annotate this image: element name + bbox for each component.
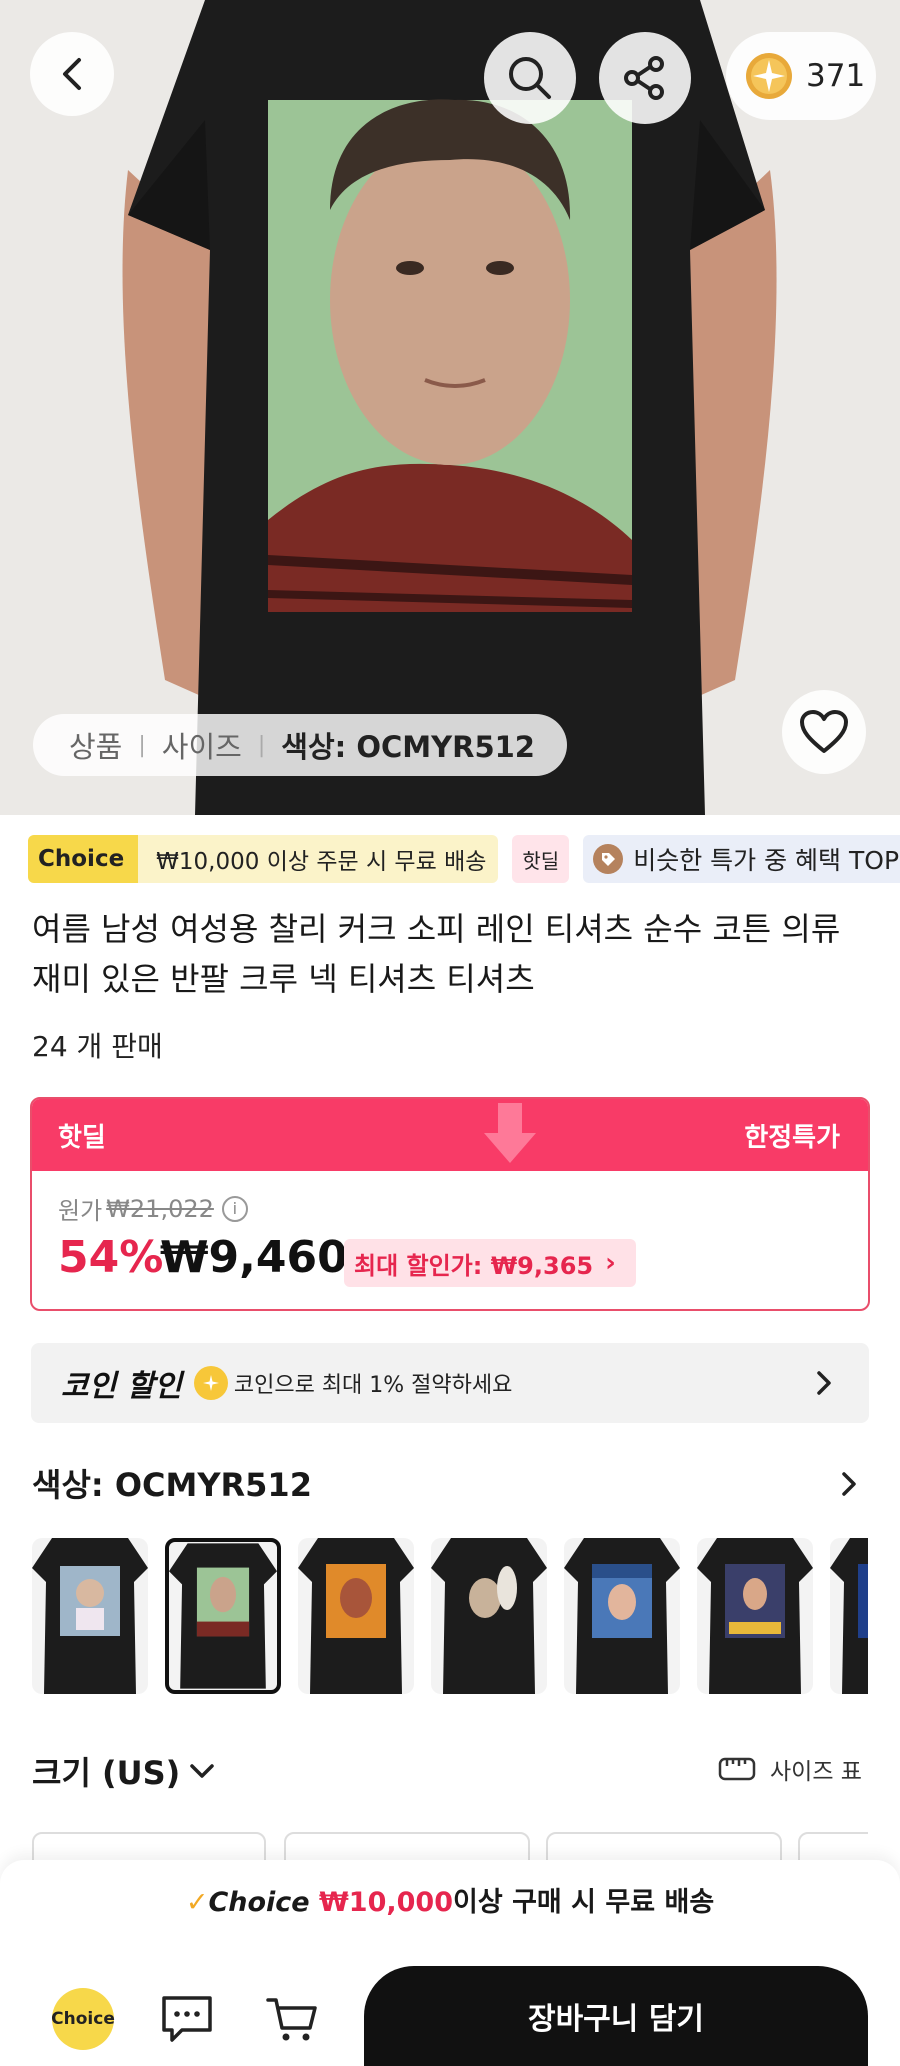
check-icon: ✓ (185, 1887, 209, 1918)
color-swatch[interactable] (298, 1538, 414, 1694)
hotdeal-tag: 핫딜 (512, 835, 570, 883)
size-option[interactable] (284, 1832, 530, 1862)
top-benefit-text: 비슷한 특가 중 혜택 TOP 상 (633, 846, 900, 875)
back-button[interactable] (30, 32, 114, 116)
color-swatch[interactable] (697, 1538, 813, 1694)
tab-color[interactable]: 색상: OCMYR512 (281, 724, 535, 766)
chat-icon[interactable] (160, 1994, 214, 2044)
color-swatch[interactable] (830, 1538, 868, 1694)
search-icon (509, 57, 551, 99)
limited-special-label: 한정특가 (744, 1122, 840, 1153)
choice-tag-text: ₩10,000 이상 주문 시 무료 배송 (138, 835, 499, 883)
down-arrow-icon (484, 1103, 536, 1163)
size-label: 크기 (US) (32, 1754, 181, 1792)
coin-discount-bar[interactable]: 코인 할인 코인으로 최대 1% 절약하세요 (31, 1343, 869, 1423)
coin-discount-label: 코인 할인 (61, 1369, 182, 1404)
promo-choice: Choice (208, 1887, 310, 1918)
coin-count: 371 (806, 58, 866, 94)
add-to-cart-button[interactable]: 장바구니 담기 (364, 1966, 868, 2066)
ruler-icon (718, 1757, 756, 1781)
original-price: 원가 ₩21,022 i (58, 1191, 248, 1226)
coin-icon (193, 1366, 228, 1400)
hotdeal-label: 핫딜 (58, 1122, 106, 1153)
size-section-title[interactable]: 크기 (US) (32, 1748, 216, 1794)
tab-product[interactable]: 상품 (69, 724, 122, 766)
coin-balance[interactable]: 371 (726, 32, 876, 120)
search-button[interactable] (484, 32, 576, 124)
coin-discount-text: 코인으로 최대 1% 절약하세요 (233, 1373, 513, 1398)
chevron-down-icon (190, 1764, 215, 1778)
share-icon (624, 56, 664, 100)
size-options (32, 1832, 868, 1862)
tag-icon (593, 844, 624, 874)
max-discount-button[interactable]: 최대 할인가: ₩9,365 › (344, 1239, 636, 1287)
discount-percent: 54% (58, 1232, 164, 1283)
choice-tag[interactable]: Choice ₩10,000 이상 주문 시 무료 배송 (28, 835, 499, 883)
chevron-right-icon: › (605, 1248, 616, 1278)
sold-count: 24 개 판매 (32, 1030, 163, 1063)
sale-price: ₩9,460 (160, 1232, 348, 1283)
chevron-left-icon (63, 58, 81, 90)
choice-store-button[interactable]: Choice (51, 1988, 115, 2050)
promo-tags: Choice ₩10,000 이상 주문 시 무료 배송 핫딜 비슷한 특가 중… (28, 835, 900, 883)
color-swatch[interactable] (564, 1538, 680, 1694)
tab-size[interactable]: 사이즈 (162, 724, 242, 766)
tab-separator: | (257, 732, 266, 758)
max-discount-text: 최대 할인가: ₩9,365 (354, 1251, 594, 1280)
promo-text: 이상 구매 시 무료 배송 (453, 1887, 715, 1918)
info-icon[interactable]: i (221, 1195, 248, 1222)
original-price-label: 원가 (58, 1197, 103, 1225)
size-option[interactable] (798, 1832, 868, 1862)
coin-icon (746, 53, 792, 99)
product-hero-image[interactable]: 371 상품 | 사이즈 | 색상: OCMYR512 (0, 0, 900, 815)
size-chart-label: 사이즈 표 (770, 1759, 862, 1785)
choice-logo: Choice (51, 2009, 115, 2029)
price-box: 핫딜 한정특가 원가 ₩21,022 i 54% ₩9,460 최대 할인가: … (30, 1097, 870, 1311)
size-option[interactable] (32, 1832, 266, 1862)
color-swatch[interactable] (431, 1538, 547, 1694)
cart-icon[interactable] (265, 1994, 319, 2044)
color-section-title: 색상: OCMYR512 (32, 1466, 312, 1504)
chevron-right-icon[interactable] (838, 1466, 860, 1502)
product-title: 여름 남성 여성용 찰리 커크 소피 레인 티셔츠 순수 코튼 의류 재미 있은… (32, 910, 841, 998)
color-swatch-selected[interactable] (165, 1538, 281, 1694)
tab-separator: | (138, 732, 146, 758)
share-button[interactable] (599, 32, 691, 124)
size-option[interactable] (546, 1832, 782, 1862)
color-swatches (32, 1538, 868, 1696)
price-header: 핫딜 한정특가 (32, 1099, 868, 1171)
promo-amount: ₩10,000 (319, 1887, 453, 1918)
heart-icon (800, 710, 848, 753)
hero-photo (0, 0, 900, 815)
free-shipping-banner: ✓Choice ₩10,000이상 구매 시 무료 배송 (0, 1880, 900, 1919)
choice-logo: Choice (28, 835, 139, 883)
chevron-right-icon (817, 1371, 831, 1395)
wishlist-button[interactable] (782, 690, 866, 774)
top-benefit-tag[interactable]: 비슷한 특가 중 혜택 TOP 상 (583, 835, 900, 883)
color-swatch[interactable] (32, 1538, 148, 1694)
original-price-value: ₩21,022 (106, 1194, 214, 1223)
hero-tabs: 상품 | 사이즈 | 색상: OCMYR512 (33, 714, 567, 776)
size-chart-link[interactable]: 사이즈 표 (718, 1752, 862, 1786)
